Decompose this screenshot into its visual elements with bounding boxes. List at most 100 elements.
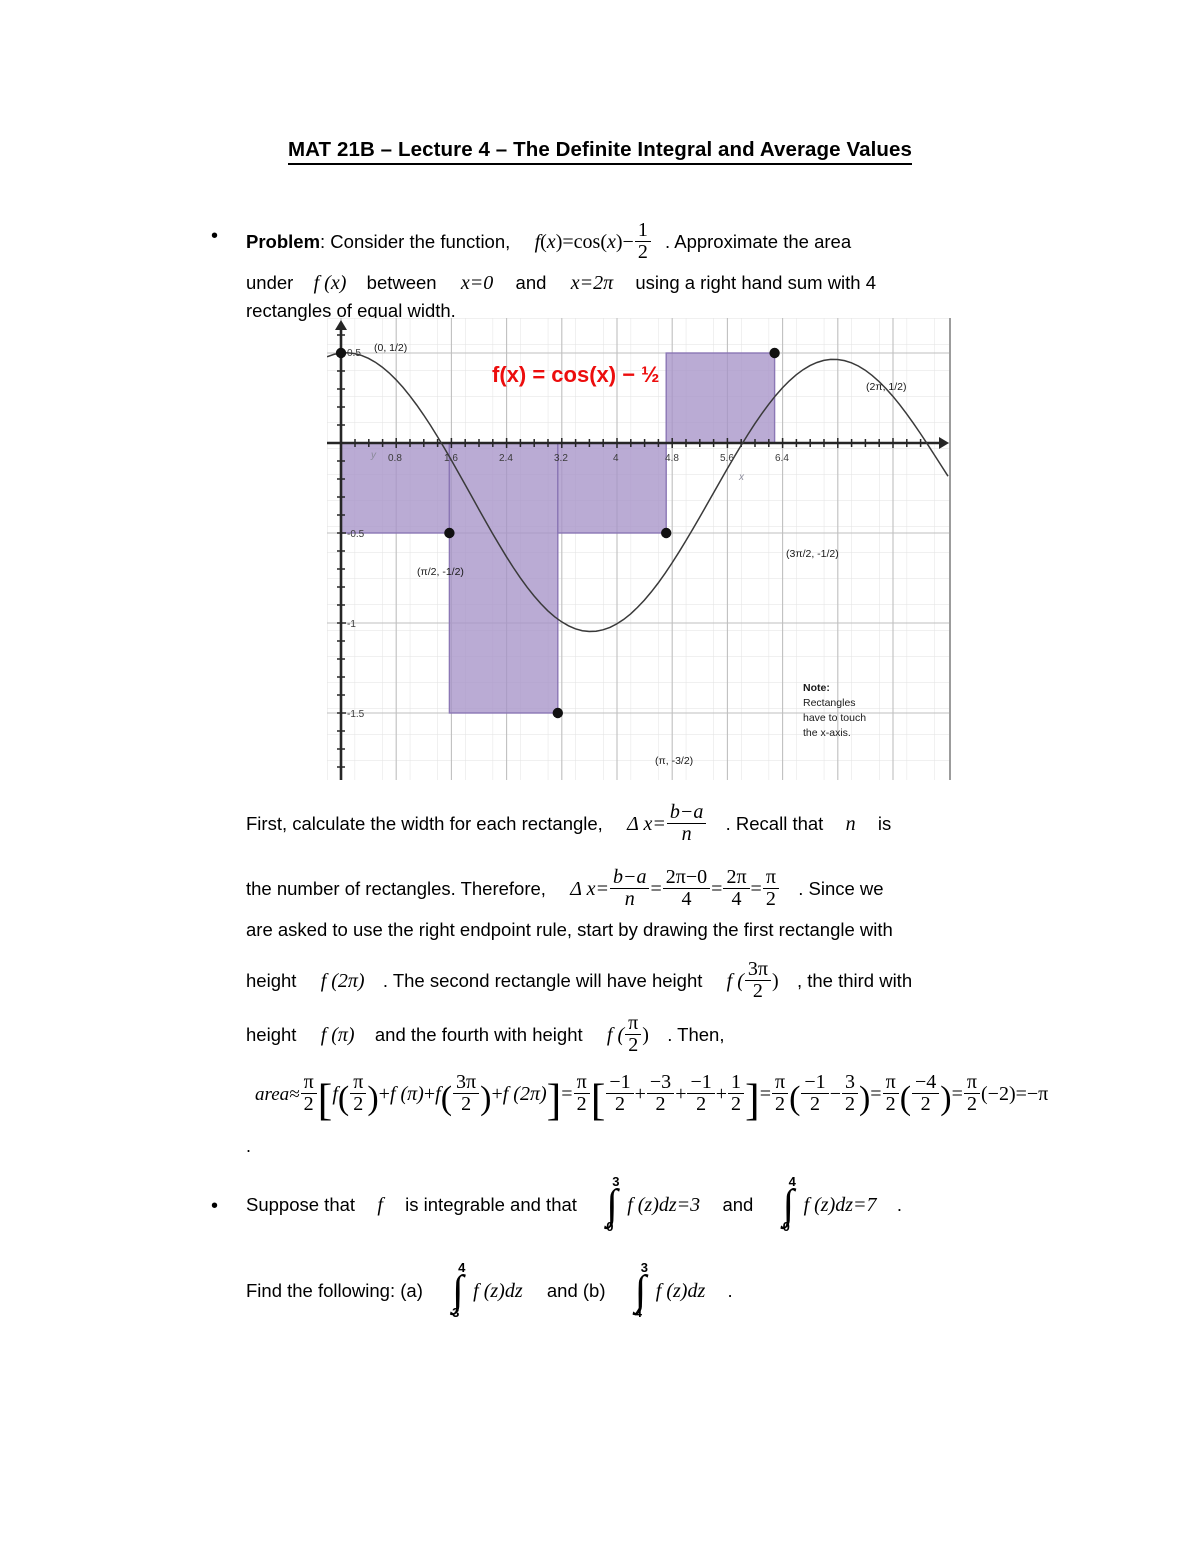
trailing-period: . [246, 1136, 252, 1156]
eq-v4-num: 1 [728, 1071, 745, 1095]
eq-v3-num: −1 [687, 1071, 715, 1095]
f-pi2-num: π [625, 1012, 642, 1036]
note-line-2: have to touch [803, 711, 867, 724]
dx2-f4-den: 2 [765, 888, 776, 911]
problem-and: and [515, 272, 547, 293]
integral-2-lower: 0 [782, 1219, 790, 1235]
delta-x-1: Δ x= [627, 812, 666, 835]
y-axis-var-label: y [370, 450, 377, 461]
find-period: . [727, 1280, 733, 1301]
eq-bracket-open-2: [ [590, 1075, 606, 1125]
body-line-5: height f (π) and the fourth with height … [246, 1012, 724, 1057]
eq-pi-d-den: 2 [885, 1093, 896, 1116]
dx2-fraction-3: 2π 4 [723, 866, 750, 910]
dx2-fraction-4: π2 [762, 866, 779, 911]
graph-note: Note: Rectangles have to touch the x-axi… [803, 681, 866, 741]
bullet-problem: • [211, 225, 219, 247]
eq-plus-6: + [715, 1082, 728, 1105]
point-0-half [335, 347, 347, 359]
eq-pi-over-2-c: π2 [771, 1071, 789, 1115]
riemann-rect-2 [448, 442, 559, 714]
eq-v1-num: −1 [606, 1071, 634, 1095]
ytick-0: 0.5 [347, 348, 361, 359]
f-pi: f (π) [320, 1023, 355, 1046]
eq-bracket-open-1: [ [317, 1075, 333, 1125]
xtick-4: 4 [613, 453, 619, 464]
problem-line-1: Problem: Consider the function, f(x)=cos… [246, 219, 851, 263]
eq-pi-c-num: π [771, 1071, 789, 1095]
dx2-eq2: = [711, 877, 723, 900]
eq-plus-5: + [675, 1082, 687, 1105]
dx2-f3-num: 2π [723, 866, 750, 890]
note-line-1: Rectangles [803, 696, 856, 709]
dx2-f2-num: 2π−0 [662, 866, 711, 890]
integral-1-body: f (z)dz=3 [627, 1194, 701, 1216]
find-a: Find the following: (a) [246, 1280, 423, 1301]
eq-f1-frac: π2 [350, 1071, 367, 1115]
eq-s1-den: 2 [810, 1093, 821, 1116]
body-n: n [845, 812, 856, 835]
fn-var: x [546, 230, 556, 253]
integral-a: 4 ∫ 3 [449, 1260, 471, 1320]
eq-pi-e-den: 2 [966, 1093, 977, 1116]
eq-bracket-close-1: ] [546, 1075, 562, 1125]
suppose-b: is integrable and that [405, 1194, 577, 1215]
f-2pi: f (2π) [320, 969, 365, 992]
f-3pi2-close: ) [771, 969, 779, 992]
problem-label: Problem [246, 230, 321, 252]
fn-half-fraction: 12 [634, 219, 651, 263]
f-3pi2-num: 3π [744, 958, 771, 982]
f-3pi2-fraction: 3π 2 [744, 958, 771, 1003]
suppose-and: and [722, 1194, 754, 1215]
body-third-with: , the third with [796, 969, 913, 991]
eq-pi-over-2-e: π2 [963, 1071, 981, 1116]
fn-minus: − [622, 230, 634, 253]
body-line-4: height f (2π) . The second rectangle wil… [246, 958, 913, 1003]
eq-v2-den: 2 [655, 1093, 666, 1116]
riemann-rect-3 [557, 442, 667, 534]
ytick-1: -0.5 [347, 529, 365, 540]
delta-x-fraction-2: b−a n [609, 866, 650, 911]
eq-equals-2: = [759, 1082, 771, 1105]
eq-paren-open-3: ( [789, 1079, 801, 1117]
integral-b: 3 ∫ 4 [632, 1260, 654, 1320]
suppose-a: Suppose that [246, 1194, 356, 1215]
integral-2-body: f (z)dz=7 [803, 1194, 877, 1216]
eq-f3-den: 2 [461, 1093, 472, 1116]
integral-b-body: f (z)dz [655, 1280, 706, 1302]
problem-rhs: using a right hand sum with 4 [635, 272, 877, 293]
eq-paren-close-3: ) [858, 1079, 871, 1117]
fn-cos-var: x [606, 230, 616, 253]
body-line-2: the number of rectangles. Therefore, Δ x… [246, 866, 884, 911]
eq-v3: −1 2 [687, 1071, 715, 1115]
problem-fx: f (x) [313, 272, 347, 294]
find-b: and (b) [546, 1280, 606, 1301]
eq-pi-over-2-d: π2 [882, 1071, 899, 1116]
ytick-3: -1.5 [347, 709, 365, 720]
body-second-rect: . The second rectangle will have height [382, 969, 703, 991]
delta-x-den-1: n [681, 823, 692, 846]
suppose-f: f [377, 1194, 383, 1216]
eq-s1-num: −1 [801, 1071, 829, 1095]
eq-pi-d-num: π [882, 1071, 899, 1095]
find-line: Find the following: (a) 4 ∫ 3 f (z)dz and (… [246, 1260, 733, 1320]
problem-x2pi: x=2π [570, 272, 614, 294]
dx2-f1-den: n [624, 888, 635, 911]
eq-minus-1: − [829, 1082, 841, 1105]
fn-paren-open: ( [540, 230, 547, 253]
dx2-f1-num: b−a [609, 866, 650, 890]
problem-between: between [366, 272, 437, 293]
eq-equals-1: = [561, 1082, 573, 1105]
f-3pi2-den: 2 [752, 980, 763, 1003]
fn-half-num: 1 [634, 219, 651, 243]
riemann-rect-4 [665, 352, 776, 444]
point-label-3pi2: (3π/2, -1/2) [786, 548, 839, 560]
integral-1-lower: 0 [606, 1219, 614, 1235]
eq-bracket-close-2: ] [745, 1075, 760, 1125]
eq-f1-num: π [350, 1071, 367, 1095]
x-axis-var-label: x [738, 472, 745, 483]
note-line-3: the x-axis. [803, 726, 851, 739]
eq-s2: 32 [841, 1071, 858, 1115]
eq-paren-close-2: ) [480, 1079, 492, 1117]
f-pi2-den: 2 [628, 1034, 639, 1057]
